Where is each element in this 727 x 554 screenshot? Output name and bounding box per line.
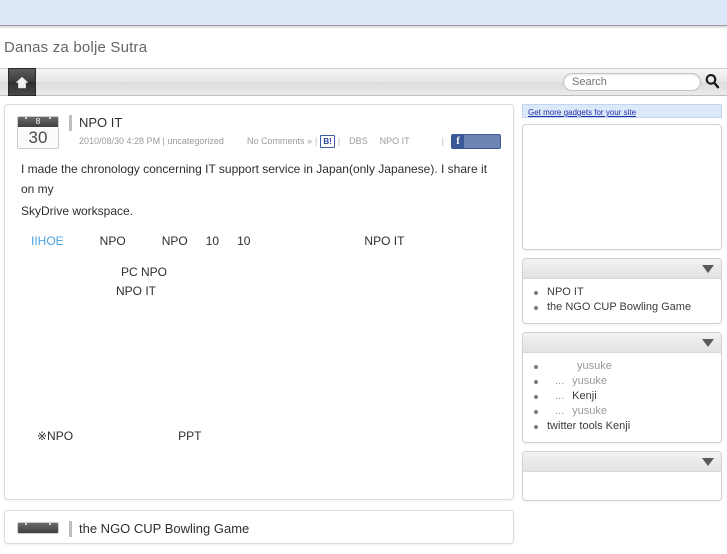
nav-bar [0, 68, 727, 96]
post-date: 2010/08/30 4:28 PM | uncategorized [79, 136, 224, 146]
chevron-down-icon[interactable] [702, 338, 714, 347]
calendar-month: 8 [18, 117, 58, 127]
gadget-link-bar: Get more gadgets for your site [522, 104, 722, 118]
facebook-like-button[interactable]: f [451, 133, 501, 149]
list-item[interactable]: ... Kenji [529, 389, 715, 404]
widget-recent-posts: NPO IT the NGO CUP Bowling Game [522, 258, 722, 324]
meta-separator: | [314, 136, 318, 146]
facebook-icon: f [452, 134, 464, 148]
widget-recent-comments: yusuke ... yusuke ... Kenji ... yusuke twit… [522, 332, 722, 443]
post-meta: 2010/08/30 4:28 PM | uncategorized No Co… [69, 133, 501, 149]
post-content: I made the chronology concerning IT supp… [17, 149, 501, 487]
meta-separator-3: | [441, 136, 444, 146]
content-spacer-1 [21, 251, 499, 263]
search-icon [704, 73, 720, 92]
post-header: 8 30 NPO IT 2010/08/30 4:28 PM | uncateg… [17, 115, 501, 149]
row-item-2: NPO [161, 234, 188, 248]
content-spacer-2 [21, 301, 499, 427]
calendar-icon: 8 30 [17, 116, 59, 149]
post-paragraph-2: SkyDrive workspace. [21, 204, 134, 218]
row-gap-3 [188, 231, 206, 251]
hatena-bookmark-icon[interactable]: B! [320, 134, 335, 148]
row-item-3: 10 [205, 234, 220, 248]
content-column: 8 30 NPO IT 2010/08/30 4:28 PM | uncateg… [4, 104, 514, 554]
row-gap-4 [219, 231, 237, 251]
post-header-2: the NGO CUP Bowling Game [17, 521, 501, 539]
chevron-down-icon[interactable] [702, 264, 714, 273]
widget-recent-posts-body: NPO IT the NGO CUP Bowling Game [523, 279, 721, 323]
recent-comments-list: yusuke ... yusuke ... Kenji ... yusuke twit… [529, 359, 715, 434]
comment-prefix: ... [555, 375, 565, 387]
calendar-icon-2 [17, 522, 59, 534]
post-note-label: ※NPO [37, 429, 74, 443]
search-area [563, 72, 723, 92]
dbs-link[interactable]: DBS [343, 134, 374, 148]
get-more-gadgets-link[interactable]: Get more gadgets for your site [528, 108, 636, 117]
post-indent-line-1: PC NPO [121, 265, 168, 279]
content-spacer-3 [21, 445, 499, 487]
page-body: 8 30 NPO IT 2010/08/30 4:28 PM | uncateg… [0, 96, 727, 554]
list-item[interactable]: ... yusuke [529, 374, 715, 389]
post-note-value: PPT [178, 429, 202, 443]
post-title-2[interactable]: the NGO CUP Bowling Game [69, 521, 501, 537]
widget-recent-comments-header[interactable] [523, 333, 721, 353]
post-indent-line-2: NPO IT [116, 284, 157, 298]
post-header-text: NPO IT 2010/08/30 4:28 PM | uncategorize… [59, 115, 501, 149]
widget-archives [522, 451, 722, 501]
post-paragraph-1: I made the chronology concerning IT supp… [21, 162, 488, 196]
row-gap-5 [250, 231, 364, 251]
row-item-1: NPO [99, 234, 126, 248]
post-header-text-2: the NGO CUP Bowling Game [59, 521, 501, 539]
post-link-row: IIHOE NPO NPO 10 10 NPO IT [21, 223, 499, 251]
widget-gadget-frame [522, 124, 722, 250]
recent-posts-list: NPO IT the NGO CUP Bowling Game [529, 285, 715, 315]
comment-author: yusuke [577, 360, 612, 372]
widget-gadget-frame-body [523, 125, 721, 249]
iihoe-link[interactable]: IIHOE [31, 231, 64, 251]
list-item[interactable]: twitter tools Kenji [529, 419, 715, 434]
site-title: Danas za bolje Sutra [4, 39, 148, 56]
chevron-down-icon[interactable] [702, 457, 714, 466]
comment-prefix: ... [555, 390, 565, 402]
post-article: 8 30 NPO IT 2010/08/30 4:28 PM | uncateg… [4, 104, 514, 500]
post-title[interactable]: NPO IT [69, 115, 501, 131]
calendar-day: 30 [18, 127, 58, 148]
widget-recent-posts-header[interactable] [523, 259, 721, 279]
widget-recent-comments-body: yusuke ... yusuke ... Kenji ... yusuke twit… [523, 353, 721, 442]
post-note-row: ※NPO PPT [21, 427, 499, 445]
row-gap-2 [126, 231, 162, 251]
post-article-2: the NGO CUP Bowling Game [4, 510, 514, 544]
row-gap-1 [64, 231, 100, 251]
list-item[interactable]: the NGO CUP Bowling Game [529, 300, 715, 315]
widget-archives-header[interactable] [523, 452, 721, 472]
row-item-4: 10 [237, 234, 251, 248]
site-header: Danas za bolje Sutra [0, 29, 727, 65]
post-tag[interactable]: NPO IT [374, 134, 416, 148]
search-button[interactable] [701, 72, 723, 92]
comment-author: yusuke [572, 375, 608, 387]
comments-link[interactable]: No Comments » [247, 134, 312, 148]
home-button[interactable] [8, 68, 36, 96]
widget-archives-body [523, 472, 721, 500]
calendar-month-2 [18, 523, 58, 533]
home-icon [15, 76, 29, 89]
comment-author: yusuke [572, 405, 608, 417]
row-item-5: NPO IT [364, 234, 405, 248]
search-input[interactable] [563, 73, 701, 91]
list-item[interactable]: NPO IT [529, 285, 715, 300]
meta-separator-2: | [337, 136, 341, 146]
list-item[interactable]: yusuke [529, 359, 715, 374]
browser-top-bar [0, 0, 727, 26]
list-item[interactable]: ... yusuke [529, 404, 715, 419]
sidebar: Get more gadgets for your site NPO IT th… [522, 104, 722, 554]
comment-author: Kenji [572, 390, 597, 402]
note-gap [73, 427, 178, 445]
comment-prefix: ... [555, 405, 565, 417]
